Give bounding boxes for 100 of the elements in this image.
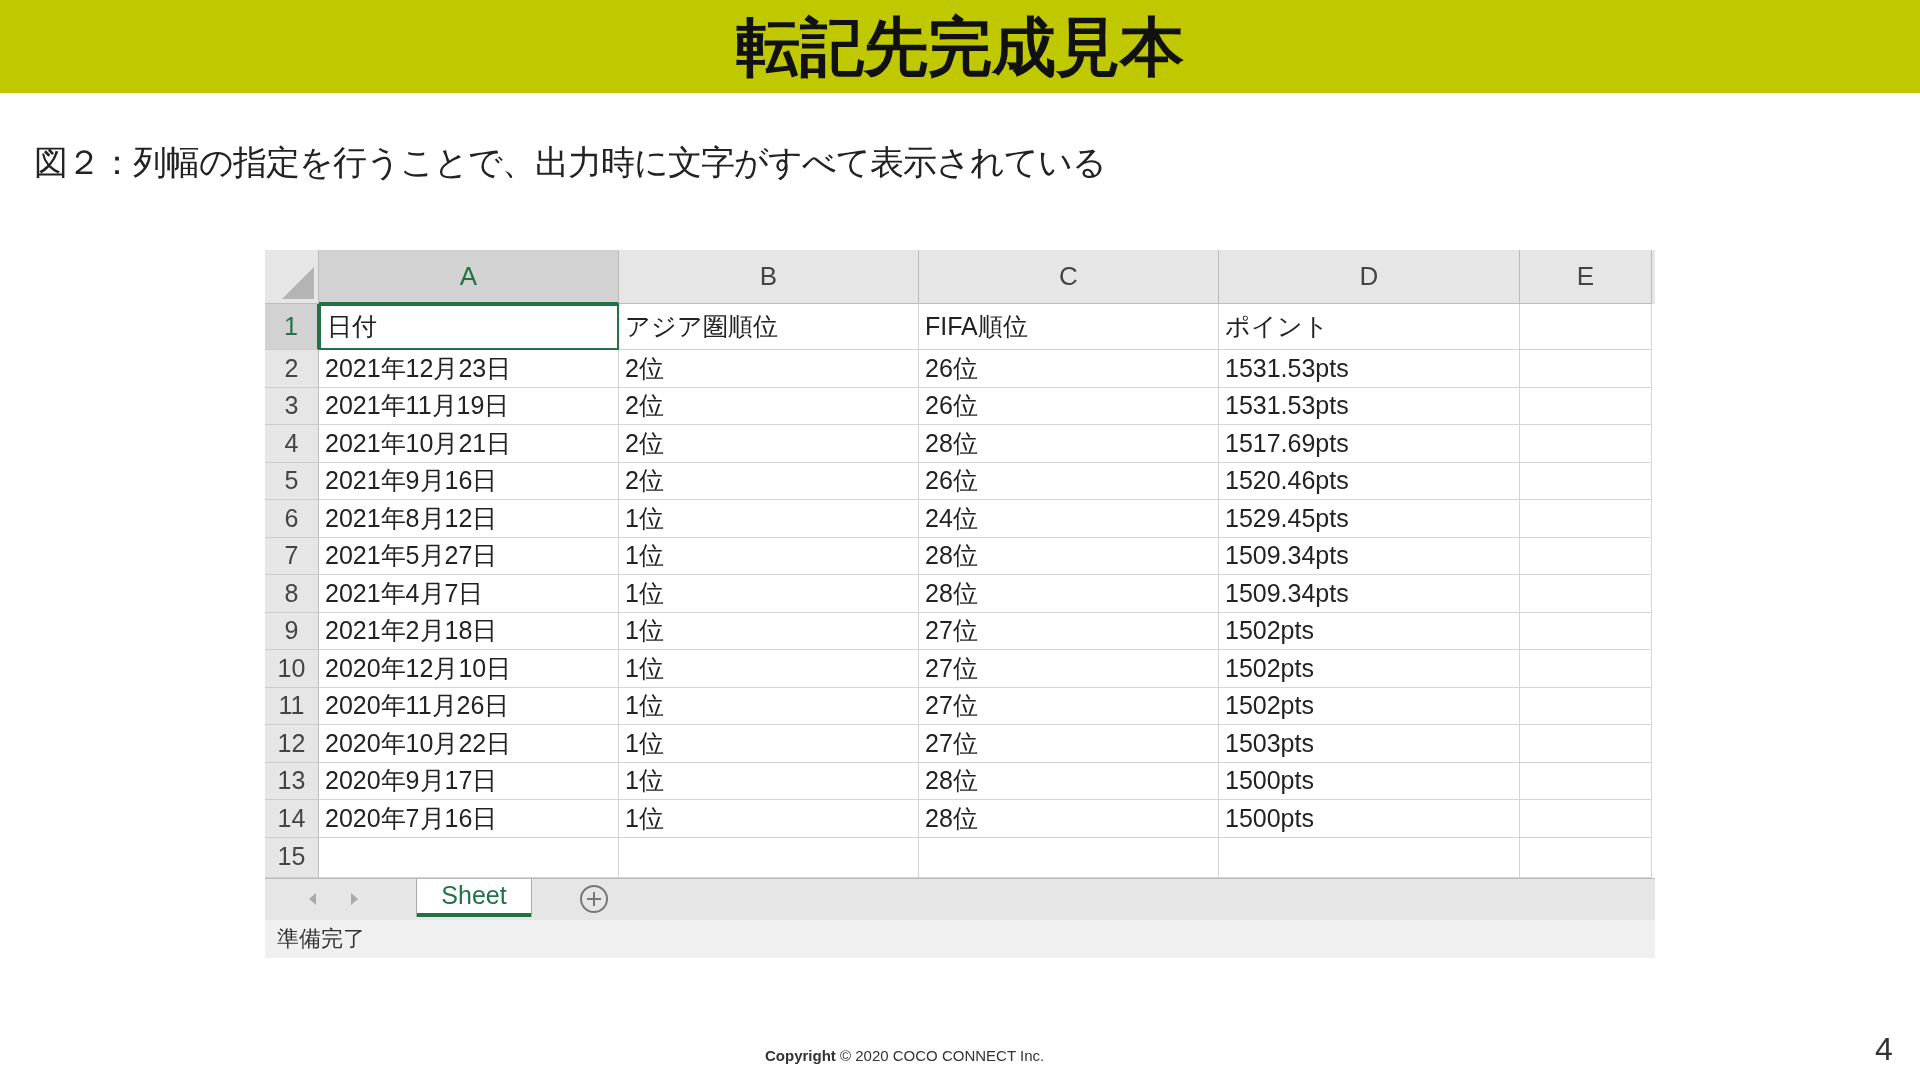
column-header[interactable]: D (1219, 250, 1520, 304)
table-cell: 2020年7月16日 (319, 800, 619, 838)
empty-cell[interactable] (1520, 650, 1652, 688)
scroll-left-icon[interactable] (309, 893, 317, 905)
row-header[interactable]: 10 (265, 650, 319, 688)
table-cell: 2020年12月10日 (319, 650, 619, 688)
table-cell: 2位 (619, 462, 919, 500)
empty-cell[interactable] (1520, 612, 1652, 650)
table-cell: 1位 (619, 762, 919, 800)
empty-cell[interactable] (619, 837, 919, 878)
add-sheet-icon[interactable] (579, 884, 609, 914)
column-header[interactable]: C (919, 250, 1219, 304)
row-header[interactable]: 11 (265, 687, 319, 725)
table-cell: 2位 (619, 425, 919, 463)
row-header[interactable]: 8 (265, 575, 319, 613)
table-cell: 1503pts (1219, 725, 1520, 763)
table-cell: 2021年8月12日 (319, 500, 619, 538)
table-cell: 1500pts (1219, 800, 1520, 838)
row-header[interactable]: 15 (265, 837, 319, 878)
table-cell: 2021年10月21日 (319, 425, 619, 463)
table-cell: 26位 (919, 462, 1219, 500)
table-cell: 28位 (919, 762, 1219, 800)
table-cell: 2021年2月18日 (319, 612, 619, 650)
table-cell: 27位 (919, 725, 1219, 763)
row-header[interactable]: 6 (265, 500, 319, 538)
table-cell: 1位 (619, 575, 919, 613)
table-cell: 1500pts (1219, 762, 1520, 800)
table-cell: 1位 (619, 687, 919, 725)
table-cell: アジア圏順位 (619, 304, 919, 350)
table-cell: 1502pts (1219, 650, 1520, 688)
table-cell: 26位 (919, 387, 1219, 425)
scroll-right-icon[interactable] (351, 893, 359, 905)
empty-cell[interactable] (1520, 500, 1652, 538)
empty-cell[interactable] (1520, 837, 1652, 878)
row-header[interactable]: 2 (265, 350, 319, 388)
table-cell: 1531.53pts (1219, 387, 1520, 425)
table-cell: 2021年9月16日 (319, 462, 619, 500)
table-cell: 1位 (619, 612, 919, 650)
column-header[interactable]: E (1520, 250, 1652, 304)
table-cell: 日付 (319, 304, 619, 350)
row-header[interactable]: 14 (265, 800, 319, 838)
corner-triangle-icon (282, 267, 314, 299)
table-cell: 1502pts (1219, 612, 1520, 650)
table-cell: 2位 (619, 350, 919, 388)
page-number: 4 (1875, 1030, 1893, 1069)
empty-cell[interactable] (1219, 837, 1520, 878)
table-cell: 26位 (919, 350, 1219, 388)
table-cell: FIFA順位 (919, 304, 1219, 350)
empty-cell[interactable] (1520, 800, 1652, 838)
table-cell: 28位 (919, 537, 1219, 575)
table-cell: 1502pts (1219, 687, 1520, 725)
table-cell: 1531.53pts (1219, 350, 1520, 388)
table-cell: 2020年9月17日 (319, 762, 619, 800)
column-header[interactable]: B (619, 250, 919, 304)
row-header[interactable]: 12 (265, 725, 319, 763)
empty-cell[interactable] (1520, 725, 1652, 763)
row-header[interactable]: 7 (265, 537, 319, 575)
table-cell: 2020年10月22日 (319, 725, 619, 763)
table-cell: 2位 (619, 387, 919, 425)
caption: 図２：列幅の指定を行うことで、出力時に文字がすべて表示されている (34, 142, 1106, 183)
column-header[interactable]: A (319, 250, 619, 304)
row-header[interactable]: 4 (265, 425, 319, 463)
sheet-tab[interactable]: Sheet (417, 878, 531, 917)
table-cell: ポイント (1219, 304, 1520, 350)
table-cell: 2021年11月19日 (319, 387, 619, 425)
empty-cell[interactable] (1520, 575, 1652, 613)
table-cell: 1520.46pts (1219, 462, 1520, 500)
table-cell: 1位 (619, 650, 919, 688)
table-cell: 28位 (919, 575, 1219, 613)
table-cell: 1509.34pts (1219, 575, 1520, 613)
table-cell: 1517.69pts (1219, 425, 1520, 463)
table-cell: 1529.45pts (1219, 500, 1520, 538)
row-header[interactable]: 5 (265, 462, 319, 500)
empty-cell[interactable] (1520, 537, 1652, 575)
empty-cell[interactable] (1520, 762, 1652, 800)
slide-title: 転記先完成見本 (736, 9, 1184, 85)
empty-cell[interactable] (1520, 687, 1652, 725)
empty-cell[interactable] (919, 837, 1219, 878)
table-cell: 1位 (619, 500, 919, 538)
row-header[interactable]: 3 (265, 387, 319, 425)
table-cell: 1位 (619, 537, 919, 575)
empty-cell[interactable] (1520, 462, 1652, 500)
table-cell: 1位 (619, 800, 919, 838)
empty-cell[interactable] (1520, 304, 1652, 350)
table-cell: 28位 (919, 425, 1219, 463)
empty-cell[interactable] (1520, 350, 1652, 388)
table-cell: 27位 (919, 612, 1219, 650)
table-cell: 28位 (919, 800, 1219, 838)
row-header[interactable]: 1 (265, 304, 319, 350)
empty-cell[interactable] (1520, 425, 1652, 463)
table-cell: 2021年4月7日 (319, 575, 619, 613)
table-cell: 2021年12月23日 (319, 350, 619, 388)
empty-cell[interactable] (1520, 387, 1652, 425)
row-header[interactable]: 13 (265, 762, 319, 800)
table-cell: 27位 (919, 650, 1219, 688)
row-header[interactable]: 9 (265, 612, 319, 650)
status-text: 準備完了 (277, 925, 365, 953)
copyright: Copyright © 2020 COCO CONNECT Inc. (765, 1046, 1045, 1066)
table-cell: 24位 (919, 500, 1219, 538)
table-cell: 1位 (619, 725, 919, 763)
